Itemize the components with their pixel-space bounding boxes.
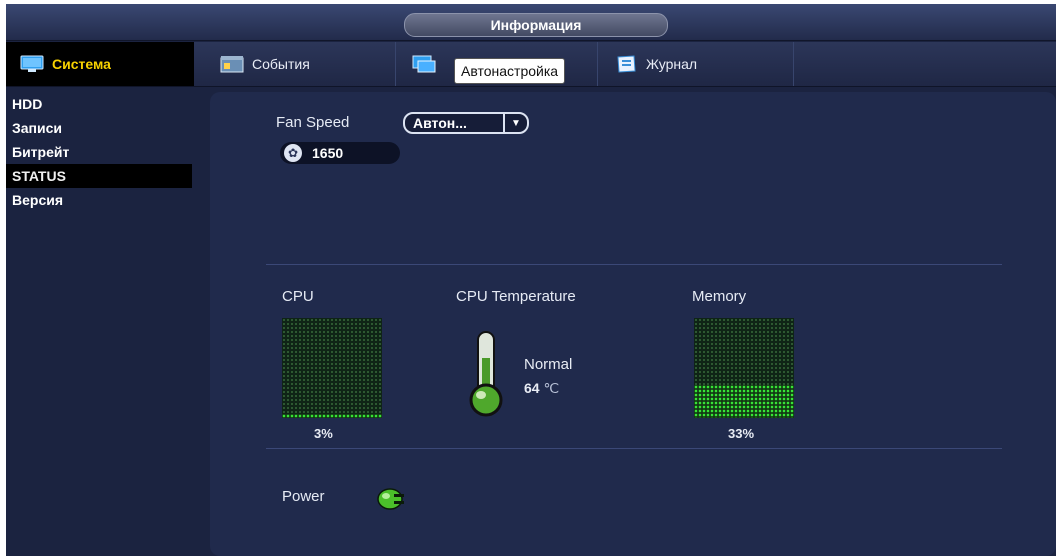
cpu-usage-text: 3% <box>314 426 333 441</box>
memory-usage-fill <box>694 385 794 418</box>
divider <box>266 448 1002 449</box>
memory-usage-meter <box>694 318 794 418</box>
fan-mode-value: Автон... <box>413 115 467 131</box>
tab-label: Журнал <box>646 56 698 72</box>
sidebar: HDD Записи Битрейт STATUS Версия <box>6 92 192 212</box>
tab-label: Система <box>52 56 111 72</box>
log-icon <box>614 55 638 73</box>
sidebar-item-hdd[interactable]: HDD <box>6 92 192 116</box>
chevron-down-icon[interactable]: ▼ <box>503 114 527 132</box>
power-plug-icon <box>377 488 404 510</box>
cpu-usage-fill <box>282 414 382 418</box>
tab-log[interactable]: Журнал <box>600 42 794 86</box>
fan-icon: ✿ <box>284 144 302 162</box>
info-window: Информация Система События Журнал Автона… <box>6 4 1056 556</box>
window-title: Информация <box>404 13 668 37</box>
sidebar-item-records[interactable]: Записи <box>6 116 192 140</box>
cpu-temp-status: Normal <box>524 356 573 373</box>
sidebar-item-bitrate[interactable]: Битрейт <box>6 140 192 164</box>
fan-speed-readout: ✿ 1650 <box>280 142 400 164</box>
tab-tooltip: Автонастройка <box>454 58 566 84</box>
cpu-temp-unit: ℃ <box>543 380 560 396</box>
sidebar-item-status[interactable]: STATUS <box>6 164 192 188</box>
memory-label: Memory <box>692 288 747 305</box>
autoconfig-icon <box>412 55 436 73</box>
cpu-label: CPU <box>282 288 314 305</box>
status-panel: Fan Speed Автон... ▼ ✿ 1650 CPU 3% CPU T… <box>210 92 1056 556</box>
fan-speed-value: 1650 <box>312 145 344 161</box>
events-icon <box>220 55 244 73</box>
cpu-usage-meter <box>282 318 382 418</box>
tab-events[interactable]: События <box>206 42 396 86</box>
title-bar: Информация <box>6 4 1056 41</box>
tab-bar: Система События Журнал Автонастройка <box>6 42 1056 87</box>
fan-mode-select[interactable]: Автон... ▼ <box>403 112 529 134</box>
tab-system[interactable]: Система <box>6 42 194 86</box>
divider <box>266 264 1002 265</box>
sidebar-item-version[interactable]: Версия <box>6 188 192 212</box>
cpu-temp-value: 64 <box>524 380 540 396</box>
tab-label: События <box>252 56 310 72</box>
memory-usage-text: 33% <box>728 426 755 441</box>
power-label: Power <box>282 488 325 505</box>
fan-speed-label: Fan Speed <box>276 114 350 131</box>
thermometer-icon <box>469 331 503 417</box>
cpu-temp-label: CPU Temperature <box>456 288 576 305</box>
cpu-temp-readout: 64 ℃ <box>524 380 559 397</box>
system-icon <box>20 55 44 73</box>
